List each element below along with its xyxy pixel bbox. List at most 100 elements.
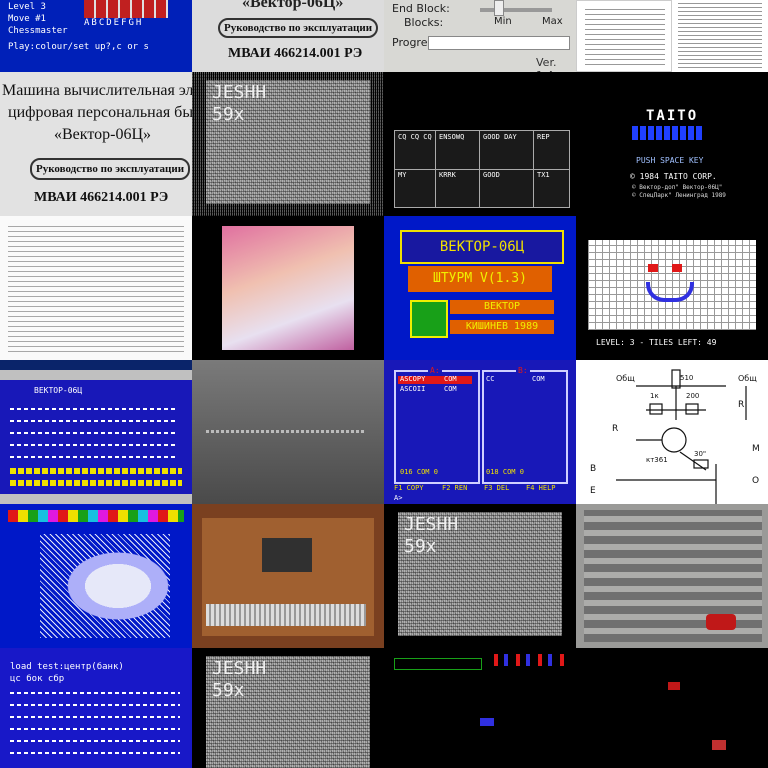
video-label1: JESHH — [212, 82, 267, 103]
tile-circuit: Общ Общ 1к 200 510 R R кт361 30" B E M O — [576, 360, 768, 504]
fkey-ren[interactable]: F2 REN — [442, 484, 467, 492]
left-header: A: — [428, 366, 442, 375]
radio-cell-6: KRRK — [439, 171, 456, 179]
tile-noisy-video-3: JESHH 59x — [192, 648, 384, 768]
label-transistor: кт361 — [646, 456, 668, 464]
fkey-del[interactable]: F3 DEL — [484, 484, 509, 492]
cover-line4: Руководство по эксплуатации — [30, 158, 191, 180]
video2-label2: 59x — [404, 536, 437, 557]
shturm-logo — [410, 300, 448, 338]
pixel-figure — [40, 534, 170, 638]
enemy-sprite — [668, 682, 680, 690]
taito-copy3: © СпецПарк" Ленинград 1989 — [632, 192, 726, 199]
file1-ext: COM — [444, 375, 457, 383]
window-toolbar[interactable] — [0, 370, 192, 380]
hud-bar — [394, 658, 482, 670]
radio-grid: CQ CQ CQ ENSOWQ GOOD DAY REP MY KRRK GOO… — [394, 130, 570, 208]
tile-pixel-art — [0, 504, 192, 648]
slider-thumb[interactable] — [494, 0, 504, 16]
chess-board — [84, 0, 168, 18]
blocks-label: Blocks: — [404, 16, 444, 29]
label-e: E — [590, 486, 596, 496]
taito-logo — [632, 126, 702, 140]
prompt-text: Play:colour/set up?,c or s — [8, 42, 149, 52]
label-obsh-left: Общ — [616, 374, 635, 383]
palette-strip — [8, 510, 184, 522]
tile-tape-tool: End Block: Blocks: Min Max Progress Ver.… — [384, 0, 576, 72]
radio-cell-5: MY — [398, 171, 407, 179]
label-r-left: R — [612, 424, 619, 434]
screenshot-grid: ABCDEFGH Level 3 Move #1 Chessmaster Pla… — [0, 0, 768, 768]
tile-load-test: load test:центр(банк) цс бок сбр — [0, 648, 192, 768]
progress-bar — [428, 36, 570, 50]
manual-title: «Вектор-06Ц» — [242, 0, 344, 11]
slider-track[interactable] — [480, 8, 552, 12]
label-b: B — [590, 464, 597, 474]
radio-cell-7: GOOD — [483, 171, 500, 179]
pcb-chip — [262, 538, 312, 572]
cover-line2: цифровая персональная бытовая — [8, 104, 192, 121]
left-stats: 016 COM 0 — [400, 468, 438, 476]
tile-shturm-title: ВЕКТОР-06Ц ШТУРМ V(1.3) ВЕКТОР КИШИНЕВ 1… — [384, 216, 576, 360]
cover-line3: «Вектор-06Ц» — [54, 126, 151, 143]
label-res-1k: 1к — [650, 392, 659, 400]
tile-noisy-video-2: JESHH 59x — [384, 504, 576, 648]
video3-label2: 59x — [212, 680, 245, 701]
game-sprite — [480, 718, 494, 726]
doc-list — [678, 2, 762, 68]
right-file-ext: COM — [532, 375, 545, 383]
chess-files: ABCDEFGH — [84, 18, 144, 28]
red-object — [706, 614, 736, 630]
page-lines — [8, 224, 184, 352]
file1-name[interactable]: ASCOPY — [400, 375, 425, 383]
taito-copy2: © Вектор-доп" Вектор-06Ц" — [632, 184, 723, 191]
level-text: Level 3 — [8, 2, 46, 12]
tile-game-dark-1 — [384, 648, 576, 768]
version-label: Ver. 1.4 — [536, 56, 557, 72]
tile-taito: TAITO PUSH SPACE KEY © 1984 TAITO CORP. … — [576, 72, 768, 216]
yellow-bar-1 — [10, 468, 182, 474]
shturm-author: ВЕКТОР — [450, 300, 554, 314]
manual-code: МВАИ 466214.001 РЭ — [228, 46, 363, 61]
pcb-connector — [206, 604, 366, 626]
face-eye-right — [672, 264, 682, 272]
file2-ext: COM — [444, 385, 457, 393]
end-block-label: End Block: — [392, 2, 450, 15]
radio-cell-2: ENSOWQ — [439, 133, 465, 141]
tile-gray-screen — [192, 360, 384, 504]
dos-prompt[interactable]: A> — [394, 494, 402, 502]
game-name: Chessmaster — [8, 26, 68, 36]
fkey-help[interactable]: F4 HELP — [526, 484, 556, 492]
move-text: Move #1 — [8, 14, 46, 24]
window-titlebar — [0, 360, 192, 370]
hud-icons — [494, 654, 564, 666]
yellow-bar-2 — [10, 480, 182, 486]
label-res-30: 30" — [694, 450, 707, 458]
taito-title: TAITO — [646, 108, 699, 124]
tile-game-dark-2 — [576, 648, 768, 768]
tile-noisy-video-1: JESHH 59x — [192, 72, 384, 216]
load-line1: load test:центр(банк) — [10, 662, 124, 672]
taito-push: PUSH SPACE KEY — [636, 156, 704, 165]
fkey-copy[interactable]: F1 COPY — [394, 484, 424, 492]
video2-label1: JESHH — [404, 514, 459, 535]
min-label: Min — [494, 16, 512, 27]
radio-cell-1: CQ CQ CQ — [398, 133, 432, 141]
tile-manual-cover: Машина вычислительная электронная цифров… — [0, 72, 192, 216]
radio-cell-8: TX1 — [537, 171, 550, 179]
tile-scanned-list — [672, 0, 768, 72]
label-obsh-right: Общ — [738, 374, 757, 383]
doc-table — [585, 5, 665, 65]
shturm-game: ШТУРМ V(1.3) — [408, 266, 552, 292]
taito-copy1: © 1984 TAITO CORP. — [630, 172, 717, 181]
cover-line5: МВАИ 466214.001 РЭ — [34, 190, 169, 205]
right-stats: 018 COM 0 — [486, 468, 524, 476]
player-sprite — [712, 740, 726, 750]
right-panel[interactable] — [482, 370, 568, 484]
label-r-right: R — [738, 400, 745, 410]
tile-scanned-doc — [576, 0, 672, 72]
right-file-name[interactable]: CC — [486, 375, 494, 383]
tile-breadboard-photo — [576, 504, 768, 648]
file2-name[interactable]: ASCOII — [400, 385, 425, 393]
tile-file-manager: A: B: ASCOPY COM ASCOII COM CC COM 016 C… — [384, 360, 576, 504]
